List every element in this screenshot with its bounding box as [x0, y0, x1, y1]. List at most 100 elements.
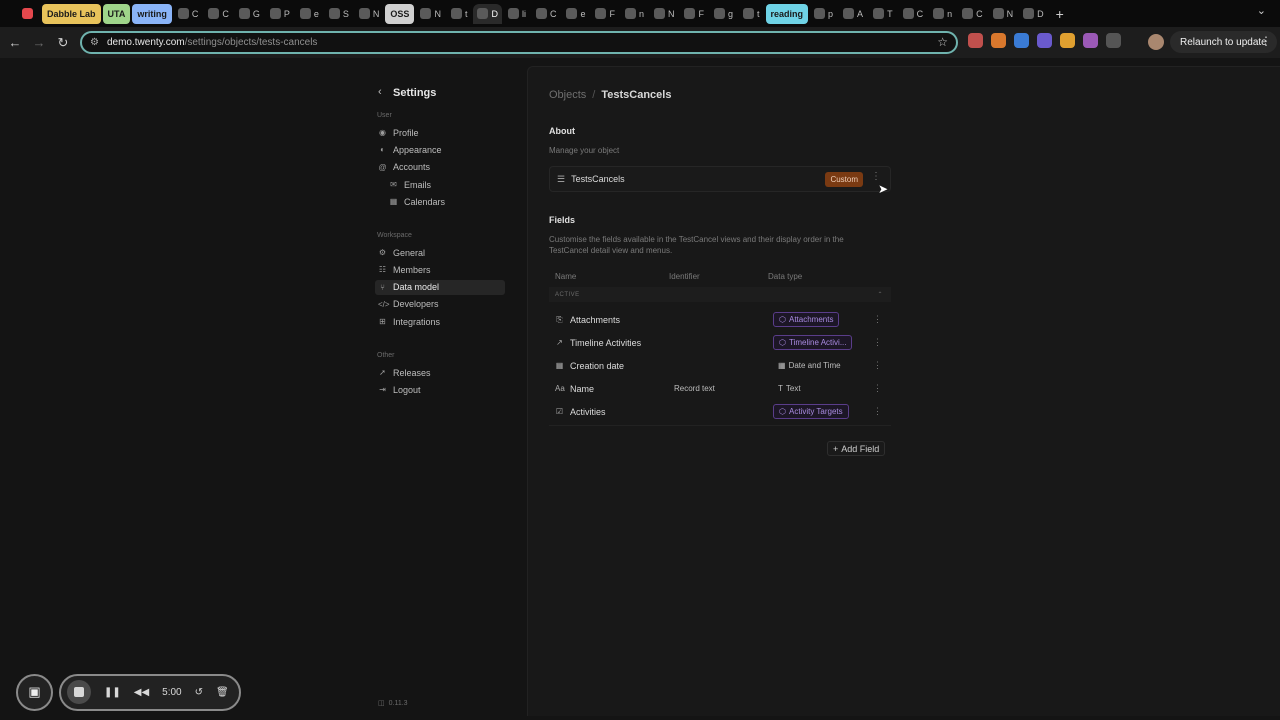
- browser-tab[interactable]: N: [355, 4, 384, 24]
- object-options-dots-icon[interactable]: ⋮: [871, 171, 881, 182]
- browser-tab[interactable]: n: [621, 4, 648, 24]
- sidebar-item-calendars[interactable]: ▦ Calendars: [386, 194, 505, 209]
- extension-icon[interactable]: [1037, 33, 1052, 48]
- address-bar[interactable]: ⚙ demo.twenty.com/settings/objects/tests…: [80, 31, 958, 54]
- sidebar-item-releases[interactable]: ➚ Releases: [375, 365, 505, 380]
- user-circle-icon: ◉: [379, 128, 386, 137]
- extension-icon[interactable]: [1060, 33, 1075, 48]
- browser-tab[interactable]: n: [929, 4, 956, 24]
- puzzle-icon[interactable]: [1106, 33, 1121, 48]
- profile-avatar[interactable]: [1148, 34, 1164, 50]
- stop-recording-button[interactable]: [67, 680, 91, 704]
- table-row[interactable]: ⎘ Attachments ⬡ Attachments ⋮: [549, 308, 891, 331]
- row-options-dots-icon[interactable]: ⋮: [873, 383, 882, 394]
- sidebar-item-developers[interactable]: </> Developers: [375, 297, 505, 312]
- browser-tab[interactable]: C: [899, 4, 928, 24]
- mouse-cursor-icon: ➤: [878, 182, 889, 196]
- row-options-dots-icon[interactable]: ⋮: [873, 406, 882, 417]
- browser-tab[interactable]: D: [1019, 4, 1048, 24]
- sidebar-item-emails[interactable]: ✉ Emails: [386, 177, 505, 192]
- extension-icon[interactable]: [968, 33, 983, 48]
- browser-tab[interactable]: reading: [765, 3, 809, 24]
- tab-favicon-icon: [507, 8, 519, 19]
- back-chevron-icon[interactable]: ‹: [378, 86, 382, 98]
- field-name: Attachments: [570, 314, 621, 325]
- tab-favicon-icon: [1023, 8, 1035, 19]
- browser-menu-icon[interactable]: ⋮: [1260, 34, 1272, 48]
- main-panel: Objects / TestsCancels About Manage your…: [527, 66, 1280, 716]
- table-row[interactable]: ▦ Creation date ▦ Date and Time ⋮: [549, 354, 891, 377]
- row-options-dots-icon[interactable]: ⋮: [873, 360, 882, 371]
- active-group-header[interactable]: ACTIVE ⌃: [549, 287, 891, 302]
- section-label-user: User: [377, 112, 392, 119]
- hierarchy-icon: ⑂: [380, 282, 385, 292]
- tab-label: A: [857, 8, 864, 19]
- back-arrow-icon[interactable]: ←: [3, 35, 27, 50]
- browser-tab[interactable]: N: [416, 4, 445, 24]
- table-row[interactable]: ☑ Activities ⬡ Activity Targets ⋮: [549, 400, 891, 423]
- site-info-icon[interactable]: ⚙: [90, 37, 99, 48]
- extension-icon[interactable]: [1083, 33, 1098, 48]
- browser-tab[interactable]: N: [989, 4, 1018, 24]
- browser-tab[interactable]: P: [266, 4, 294, 24]
- browser-tab[interactable]: e: [562, 4, 589, 24]
- breadcrumb-objects-link[interactable]: Objects: [549, 89, 586, 101]
- browser-tab[interactable]: F: [591, 4, 619, 24]
- chevron-up-icon[interactable]: ⌃: [877, 291, 883, 298]
- browser-tab[interactable]: t: [739, 4, 764, 24]
- extension-icon[interactable]: [991, 33, 1006, 48]
- sidebar-item-profile[interactable]: ◉ Profile: [375, 125, 505, 140]
- forward-arrow-icon[interactable]: →: [27, 35, 51, 50]
- extension-icon[interactable]: [1014, 33, 1029, 48]
- tab-label: S: [342, 8, 349, 19]
- restart-icon[interactable]: ↺: [195, 687, 203, 698]
- browser-tab[interactable]: C: [958, 4, 987, 24]
- browser-tab[interactable]: C: [532, 4, 561, 24]
- reload-icon[interactable]: ↻: [51, 35, 75, 51]
- table-row[interactable]: ↗ Timeline Activities ⬡ Timeline Activi... ⋮: [549, 331, 891, 354]
- browser-tab[interactable]: D: [473, 3, 502, 24]
- browser-tab[interactable]: S: [325, 4, 353, 24]
- sidebar-item-appearance[interactable]: ◐ Appearance: [375, 142, 505, 157]
- bookmark-star-icon[interactable]: ☆: [937, 35, 948, 49]
- rewind-icon[interactable]: ◀◀: [134, 687, 149, 698]
- sidebar-item-general[interactable]: ⚙ General: [375, 245, 505, 260]
- add-field-button[interactable]: + Add Field: [827, 441, 886, 456]
- tab-favicon-icon: [22, 8, 33, 19]
- pause-icon[interactable]: ❚❚: [104, 687, 121, 698]
- browser-tab[interactable]: writing: [132, 3, 172, 24]
- table-header: Name Identifier Data type: [549, 267, 891, 286]
- browser-tab[interactable]: A: [839, 4, 867, 24]
- sidebar-item-data-model[interactable]: ⑂ Data model: [375, 279, 505, 295]
- browser-tab[interactable]: g: [710, 4, 737, 24]
- browser-tab[interactable]: C: [174, 4, 203, 24]
- row-options-dots-icon[interactable]: ⋮: [873, 337, 882, 348]
- sidebar-item-members[interactable]: ☷ Members: [375, 262, 505, 277]
- browser-tab[interactable]: UTA: [102, 3, 131, 24]
- row-options-dots-icon[interactable]: ⋮: [873, 314, 882, 325]
- browser-tab[interactable]: C: [204, 4, 233, 24]
- sidebar-item-integrations[interactable]: ⊞ Integrations: [375, 314, 505, 329]
- sidebar-item-label: Emails: [404, 179, 432, 190]
- browser-tab[interactable]: OSS: [385, 3, 415, 24]
- sidebar-item-logout[interactable]: ⇥ Logout: [375, 382, 505, 397]
- object-summary-card[interactable]: ☰ TestsCancels Custom ⋮: [549, 166, 891, 192]
- browser-tab[interactable]: N: [650, 4, 679, 24]
- new-tab-button[interactable]: +: [1050, 6, 1070, 22]
- sidebar-item-accounts[interactable]: @ Accounts: [375, 160, 505, 175]
- browser-tab[interactable]: Dabble Lab: [42, 3, 101, 24]
- browser-tab[interactable]: [18, 4, 40, 24]
- tab-label: Dabble Lab: [47, 8, 96, 19]
- browser-tab[interactable]: li: [504, 4, 530, 24]
- camera-icon[interactable]: ▣: [16, 673, 53, 711]
- browser-tab[interactable]: G: [235, 4, 264, 24]
- tab-search-chevron-icon[interactable]: ⌄: [1251, 4, 1272, 17]
- browser-tab[interactable]: F: [680, 4, 708, 24]
- table-row[interactable]: Aa Name Record text T Text ⋮: [549, 377, 891, 400]
- browser-tab[interactable]: T: [869, 4, 897, 24]
- apps-icon: ⊞: [379, 317, 386, 327]
- browser-tab[interactable]: e: [296, 4, 323, 24]
- browser-tab[interactable]: p: [810, 4, 837, 24]
- trash-icon[interactable]: 🗑: [216, 687, 229, 698]
- browser-tab[interactable]: t: [447, 4, 472, 24]
